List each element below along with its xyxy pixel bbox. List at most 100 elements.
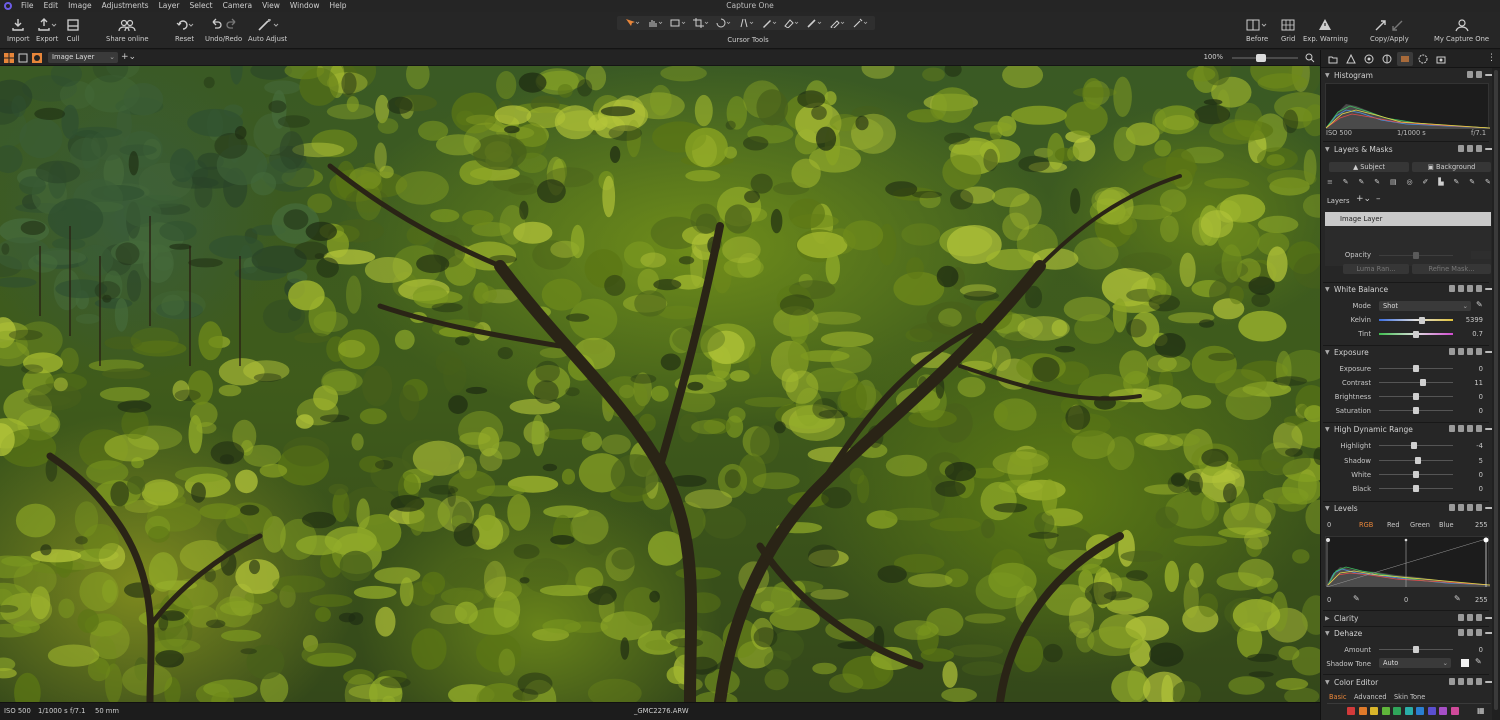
exp-warning-button[interactable]: Exp. Warning bbox=[1303, 16, 1348, 46]
hdr-header[interactable]: ▼ High Dynamic Range bbox=[1321, 423, 1493, 436]
color-swatch[interactable] bbox=[1416, 707, 1424, 715]
reset-icon[interactable] bbox=[1467, 629, 1473, 636]
shadow-tone-dropdown[interactable]: Auto ⌄ bbox=[1379, 658, 1451, 668]
saturation-slider-thumb[interactable] bbox=[1413, 407, 1419, 414]
reset-icon[interactable] bbox=[1467, 614, 1473, 621]
share-online-button[interactable]: Share online bbox=[106, 16, 149, 46]
menu-icon[interactable] bbox=[1476, 504, 1482, 511]
menu-icon[interactable] bbox=[1476, 629, 1482, 636]
edit-icon[interactable] bbox=[1449, 285, 1455, 292]
panel-scrollbar-thumb[interactable] bbox=[1494, 70, 1498, 710]
levels-histogram[interactable] bbox=[1325, 536, 1491, 588]
edit-icon[interactable] bbox=[1449, 425, 1455, 432]
remove-layer-icon[interactable]: – bbox=[1376, 194, 1381, 204]
single-view-icon[interactable] bbox=[18, 53, 28, 65]
adjustments-tab-icon[interactable] bbox=[1397, 51, 1413, 66]
auto-adjust-button[interactable]: Auto Adjust bbox=[248, 16, 287, 46]
color-swatch[interactable] bbox=[1393, 707, 1401, 715]
zoom-slider[interactable] bbox=[1232, 54, 1298, 62]
black-point-picker-icon[interactable]: ✎ bbox=[1353, 594, 1360, 603]
menu-image[interactable]: Image bbox=[63, 0, 97, 12]
lens-tab-icon[interactable] bbox=[1361, 52, 1377, 66]
pin-icon[interactable] bbox=[1458, 425, 1464, 432]
pin-icon[interactable] bbox=[1458, 348, 1464, 355]
radial-icon[interactable]: ◎ bbox=[1407, 178, 1413, 186]
layers-masks-header[interactable]: ▼ Layers & Masks bbox=[1321, 143, 1493, 156]
highlight-slider[interactable] bbox=[1379, 442, 1453, 449]
histogram-header[interactable]: ▼ Histogram bbox=[1321, 69, 1493, 82]
brightness-slider[interactable] bbox=[1379, 393, 1453, 400]
white-slider[interactable] bbox=[1379, 471, 1453, 478]
menu-icon[interactable] bbox=[1476, 71, 1482, 78]
opacity-slider[interactable] bbox=[1379, 252, 1453, 259]
menu-icon[interactable] bbox=[1476, 678, 1482, 685]
white-point-picker-icon[interactable]: ✎ bbox=[1454, 594, 1461, 603]
brightness-value[interactable]: 0 bbox=[1461, 393, 1483, 401]
more-options-icon[interactable]: ⋮ bbox=[1487, 53, 1496, 63]
gradient-icon[interactable]: ▤ bbox=[1390, 178, 1397, 186]
reset-button[interactable]: Reset bbox=[175, 16, 194, 46]
background-mask-button[interactable]: ▣ Background bbox=[1412, 162, 1491, 172]
highlight-value[interactable]: -4 bbox=[1461, 442, 1483, 450]
heal-icon[interactable]: ✎ bbox=[1454, 178, 1460, 186]
cull-button[interactable]: Cull bbox=[66, 16, 80, 46]
shadow-value[interactable]: 5 bbox=[1461, 457, 1483, 465]
color-swatch[interactable] bbox=[1370, 707, 1378, 715]
auto-mask-icon[interactable]: ✎ bbox=[1374, 178, 1380, 186]
magic-brush-icon[interactable]: ✎ bbox=[1359, 178, 1365, 186]
tint-value[interactable]: 0.7 bbox=[1461, 330, 1483, 338]
color-tab-icon[interactable] bbox=[1379, 52, 1395, 66]
color-editor-tab-advanced[interactable]: Advanced bbox=[1354, 693, 1387, 701]
levels-channel-rgb[interactable]: RGB bbox=[1359, 521, 1373, 529]
levels-mid-value[interactable]: 0 bbox=[1404, 596, 1408, 604]
clarity-header[interactable]: ▶ Clarity bbox=[1321, 612, 1493, 625]
black-slider-thumb[interactable] bbox=[1413, 485, 1419, 492]
white-value[interactable]: 0 bbox=[1461, 471, 1483, 479]
zoom-icon[interactable] bbox=[1305, 53, 1315, 65]
exposure-header[interactable]: ▼ Exposure bbox=[1321, 346, 1493, 359]
color-swatch[interactable] bbox=[1381, 707, 1390, 715]
metadata-tab-icon[interactable] bbox=[1433, 52, 1449, 66]
color-editor-header[interactable]: ▼ Color Editor bbox=[1321, 676, 1493, 689]
levels-header[interactable]: ▼ Levels bbox=[1321, 502, 1493, 515]
add-layer-icon[interactable]: +⌄ bbox=[121, 52, 136, 62]
menu-icon[interactable] bbox=[1476, 285, 1482, 292]
export-button[interactable]: Export bbox=[36, 16, 58, 46]
undo-redo-button[interactable]: Undo/Redo bbox=[205, 16, 242, 46]
color-swatch[interactable] bbox=[1450, 707, 1459, 715]
panel-scrollbar[interactable] bbox=[1492, 68, 1500, 720]
zoom-slider-thumb[interactable] bbox=[1255, 54, 1266, 62]
pin-icon[interactable] bbox=[1458, 285, 1464, 292]
menu-select[interactable]: Select bbox=[184, 0, 217, 12]
exposure-slider-thumb[interactable] bbox=[1413, 365, 1419, 372]
copy-apply-button[interactable]: Copy/Apply bbox=[1370, 16, 1409, 46]
refine-mask-button[interactable]: Refine Mask... bbox=[1412, 264, 1491, 274]
menu-icon[interactable] bbox=[1476, 425, 1482, 432]
white-slider-thumb[interactable] bbox=[1413, 471, 1419, 478]
before-button[interactable]: Before bbox=[1246, 16, 1268, 46]
menu-view[interactable]: View bbox=[257, 0, 285, 12]
menu-icon[interactable] bbox=[1476, 348, 1482, 355]
crop-icon[interactable] bbox=[692, 17, 709, 29]
my-capture-one-button[interactable]: My Capture One bbox=[1434, 16, 1489, 46]
reset-icon[interactable] bbox=[1467, 678, 1473, 685]
shadow-tone-swatch[interactable] bbox=[1461, 659, 1469, 667]
capture-tab-icon[interactable] bbox=[1343, 52, 1359, 66]
details-tab-icon[interactable] bbox=[1415, 52, 1431, 66]
pin-icon[interactable] bbox=[1458, 145, 1464, 152]
saturation-slider[interactable] bbox=[1379, 407, 1453, 414]
library-tab-icon[interactable] bbox=[1325, 52, 1341, 66]
levels-channel-blue[interactable]: Blue bbox=[1439, 521, 1454, 529]
brightness-slider-thumb[interactable] bbox=[1413, 393, 1419, 400]
contrast-value[interactable]: 11 bbox=[1461, 379, 1483, 387]
brush-icon[interactable]: ✎ bbox=[1343, 178, 1349, 186]
pin-icon[interactable] bbox=[1458, 614, 1464, 621]
menu-help[interactable]: Help bbox=[324, 0, 351, 12]
fill-icon[interactable]: ▙ bbox=[1438, 178, 1443, 186]
layer-select-dropdown[interactable]: Image Layer ⌄ bbox=[48, 52, 118, 63]
color-swatch[interactable] bbox=[1347, 707, 1355, 715]
help-icon[interactable] bbox=[1476, 145, 1482, 152]
grid-button[interactable]: Grid bbox=[1281, 16, 1295, 46]
edit-icon[interactable] bbox=[1449, 348, 1455, 355]
image-viewer[interactable] bbox=[0, 66, 1320, 702]
